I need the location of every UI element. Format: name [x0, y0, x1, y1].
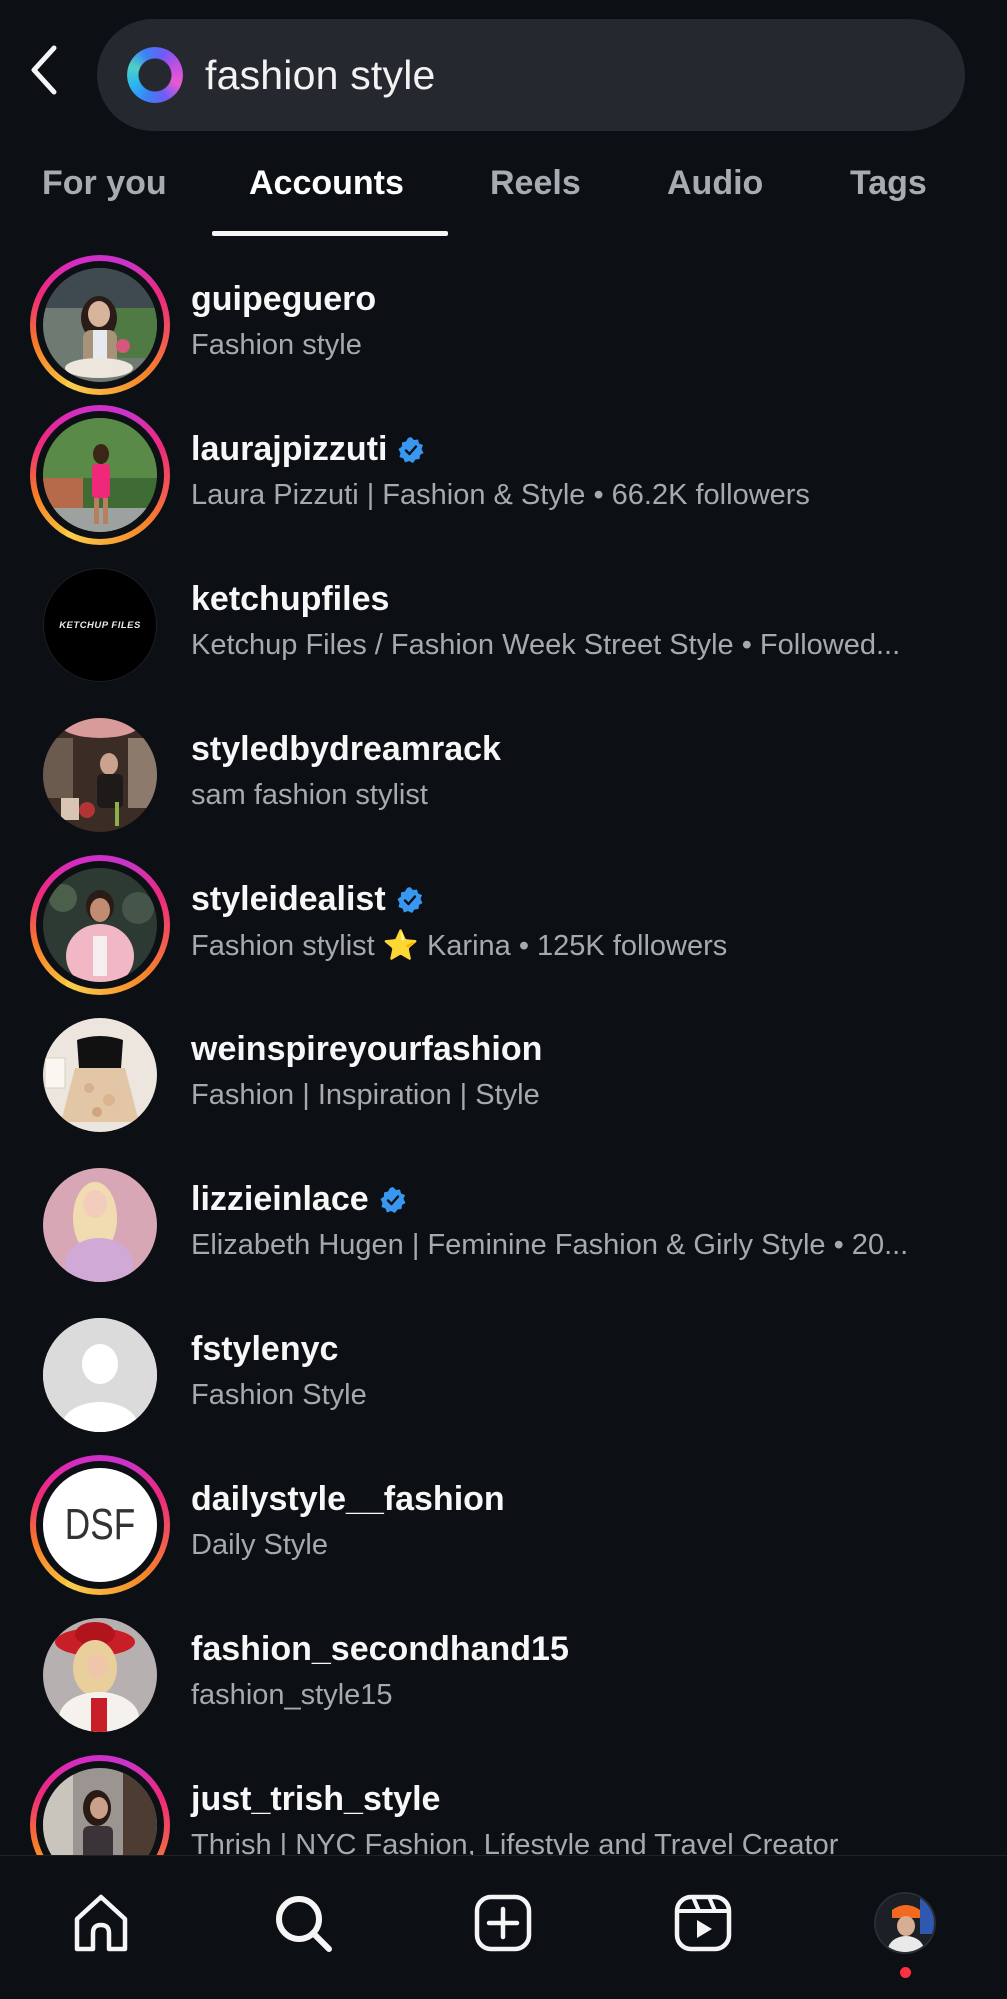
nav-create[interactable]: [468, 1888, 538, 1958]
search-tabs: For you Accounts Reels Audio Tags: [0, 150, 1007, 238]
avatar: [43, 1168, 157, 1282]
nav-home[interactable]: [66, 1888, 136, 1958]
tab-for-you[interactable]: For you: [42, 164, 167, 203]
avatar: [43, 1318, 157, 1432]
account-subtitle: Ketchup Files / Fashion Week Street Styl…: [191, 629, 901, 661]
active-tab-indicator: [212, 231, 448, 236]
story-ring[interactable]: [30, 255, 170, 395]
avatar-container[interactable]: [30, 705, 170, 845]
nav-search[interactable]: [268, 1888, 338, 1958]
list-item[interactable]: styleidealist Fashion stylist ⭐ Karina •…: [0, 840, 1007, 995]
avatar: [43, 1618, 157, 1732]
accounts-list[interactable]: guipeguero Fashion style laurajpizzuti L…: [0, 240, 1007, 1855]
search-input[interactable]: [205, 51, 905, 99]
avatar-container[interactable]: [30, 1155, 170, 1295]
story-ring[interactable]: [30, 405, 170, 545]
avatar: [43, 718, 157, 832]
tab-tags[interactable]: Tags: [850, 164, 927, 203]
story-ring[interactable]: [30, 855, 170, 995]
list-item[interactable]: DSF dailystyle__fashion Daily Style: [0, 1440, 1007, 1595]
username[interactable]: dailystyle__fashion: [191, 1480, 505, 1519]
account-subtitle: Fashion style: [191, 329, 362, 361]
list-item[interactable]: laurajpizzuti Laura Pizzuti | Fashion & …: [0, 390, 1007, 545]
avatar: DSF: [43, 1468, 157, 1582]
avatar: [43, 1018, 157, 1132]
nav-profile[interactable]: [870, 1888, 940, 1958]
username[interactable]: lizzieinlace: [191, 1180, 369, 1219]
account-subtitle: Thrish | NYC Fashion, Lifestyle and Trav…: [191, 1829, 839, 1855]
top-bar: [0, 0, 1007, 140]
list-item[interactable]: fstylenyc Fashion Style: [0, 1290, 1007, 1440]
username[interactable]: just_trish_style: [191, 1780, 440, 1819]
tab-audio[interactable]: Audio: [667, 164, 763, 203]
avatar-container[interactable]: [30, 1605, 170, 1745]
tab-reels[interactable]: Reels: [490, 164, 581, 203]
notification-dot: [900, 1967, 911, 1978]
meta-ai-ring-icon: [127, 47, 183, 103]
list-item[interactable]: styledbydreamrack sam fashion stylist: [0, 690, 1007, 840]
home-icon: [74, 1894, 128, 1952]
account-subtitle: sam fashion stylist: [191, 779, 428, 811]
account-subtitle: Fashion Style: [191, 1379, 367, 1411]
chevron-left-icon: [31, 45, 57, 95]
search-icon: [276, 1896, 332, 1952]
avatar-container[interactable]: [30, 1005, 170, 1145]
list-item[interactable]: lizzieinlace Elizabeth Hugen | Feminine …: [0, 1140, 1007, 1290]
avatar-container[interactable]: KETCHUP FILES: [30, 555, 170, 695]
avatar: KETCHUP FILES: [43, 568, 157, 682]
search-bar[interactable]: [97, 19, 965, 131]
account-subtitle: Laura Pizzuti | Fashion & Style • 66.2K …: [191, 479, 810, 511]
verified-badge-icon: [398, 436, 424, 463]
username[interactable]: fashion_secondhand15: [191, 1630, 569, 1669]
account-subtitle: Daily Style: [191, 1529, 328, 1561]
account-subtitle: Elizabeth Hugen | Feminine Fashion & Gir…: [191, 1229, 909, 1261]
username[interactable]: guipeguero: [191, 280, 376, 319]
account-subtitle: Fashion | Inspiration | Style: [191, 1079, 540, 1111]
account-subtitle: Fashion stylist ⭐ Karina • 125K follower…: [191, 930, 728, 962]
back-button[interactable]: [22, 42, 66, 98]
avatar-logo-text: DSF: [64, 1500, 136, 1549]
story-ring[interactable]: [30, 1755, 170, 1855]
bottom-nav: [0, 1855, 1007, 1999]
profile-avatar: [874, 1892, 936, 1954]
username[interactable]: styleidealist: [191, 880, 386, 919]
nav-reels[interactable]: [668, 1888, 738, 1958]
list-item[interactable]: just_trish_style Thrish | NYC Fashion, L…: [0, 1740, 1007, 1855]
account-subtitle: fashion_style15: [191, 1679, 393, 1711]
avatar-container[interactable]: [30, 1305, 170, 1445]
list-item[interactable]: fashion_secondhand15 fashion_style15: [0, 1590, 1007, 1740]
avatar: [43, 418, 157, 532]
username[interactable]: styledbydreamrack: [191, 730, 501, 769]
list-item[interactable]: weinspireyourfashion Fashion | Inspirati…: [0, 990, 1007, 1140]
avatar: [43, 268, 157, 382]
avatar: [43, 868, 157, 982]
username[interactable]: ketchupfiles: [191, 580, 389, 619]
username[interactable]: laurajpizzuti: [191, 430, 387, 469]
avatar-logo-text: KETCHUP FILES: [59, 619, 141, 631]
username[interactable]: fstylenyc: [191, 1330, 338, 1369]
avatar: [43, 1768, 157, 1855]
default-profile-icon: [43, 1318, 157, 1432]
list-item[interactable]: guipeguero Fashion style: [0, 240, 1007, 395]
create-icon: [474, 1894, 532, 1952]
verified-badge-icon: [380, 1186, 406, 1213]
verified-badge-icon: [397, 886, 423, 913]
story-ring[interactable]: DSF: [30, 1455, 170, 1595]
list-item[interactable]: KETCHUP FILES ketchupfiles Ketchup Files…: [0, 540, 1007, 690]
reels-icon: [674, 1894, 732, 1952]
tab-accounts[interactable]: Accounts: [249, 164, 404, 203]
username[interactable]: weinspireyourfashion: [191, 1030, 542, 1069]
